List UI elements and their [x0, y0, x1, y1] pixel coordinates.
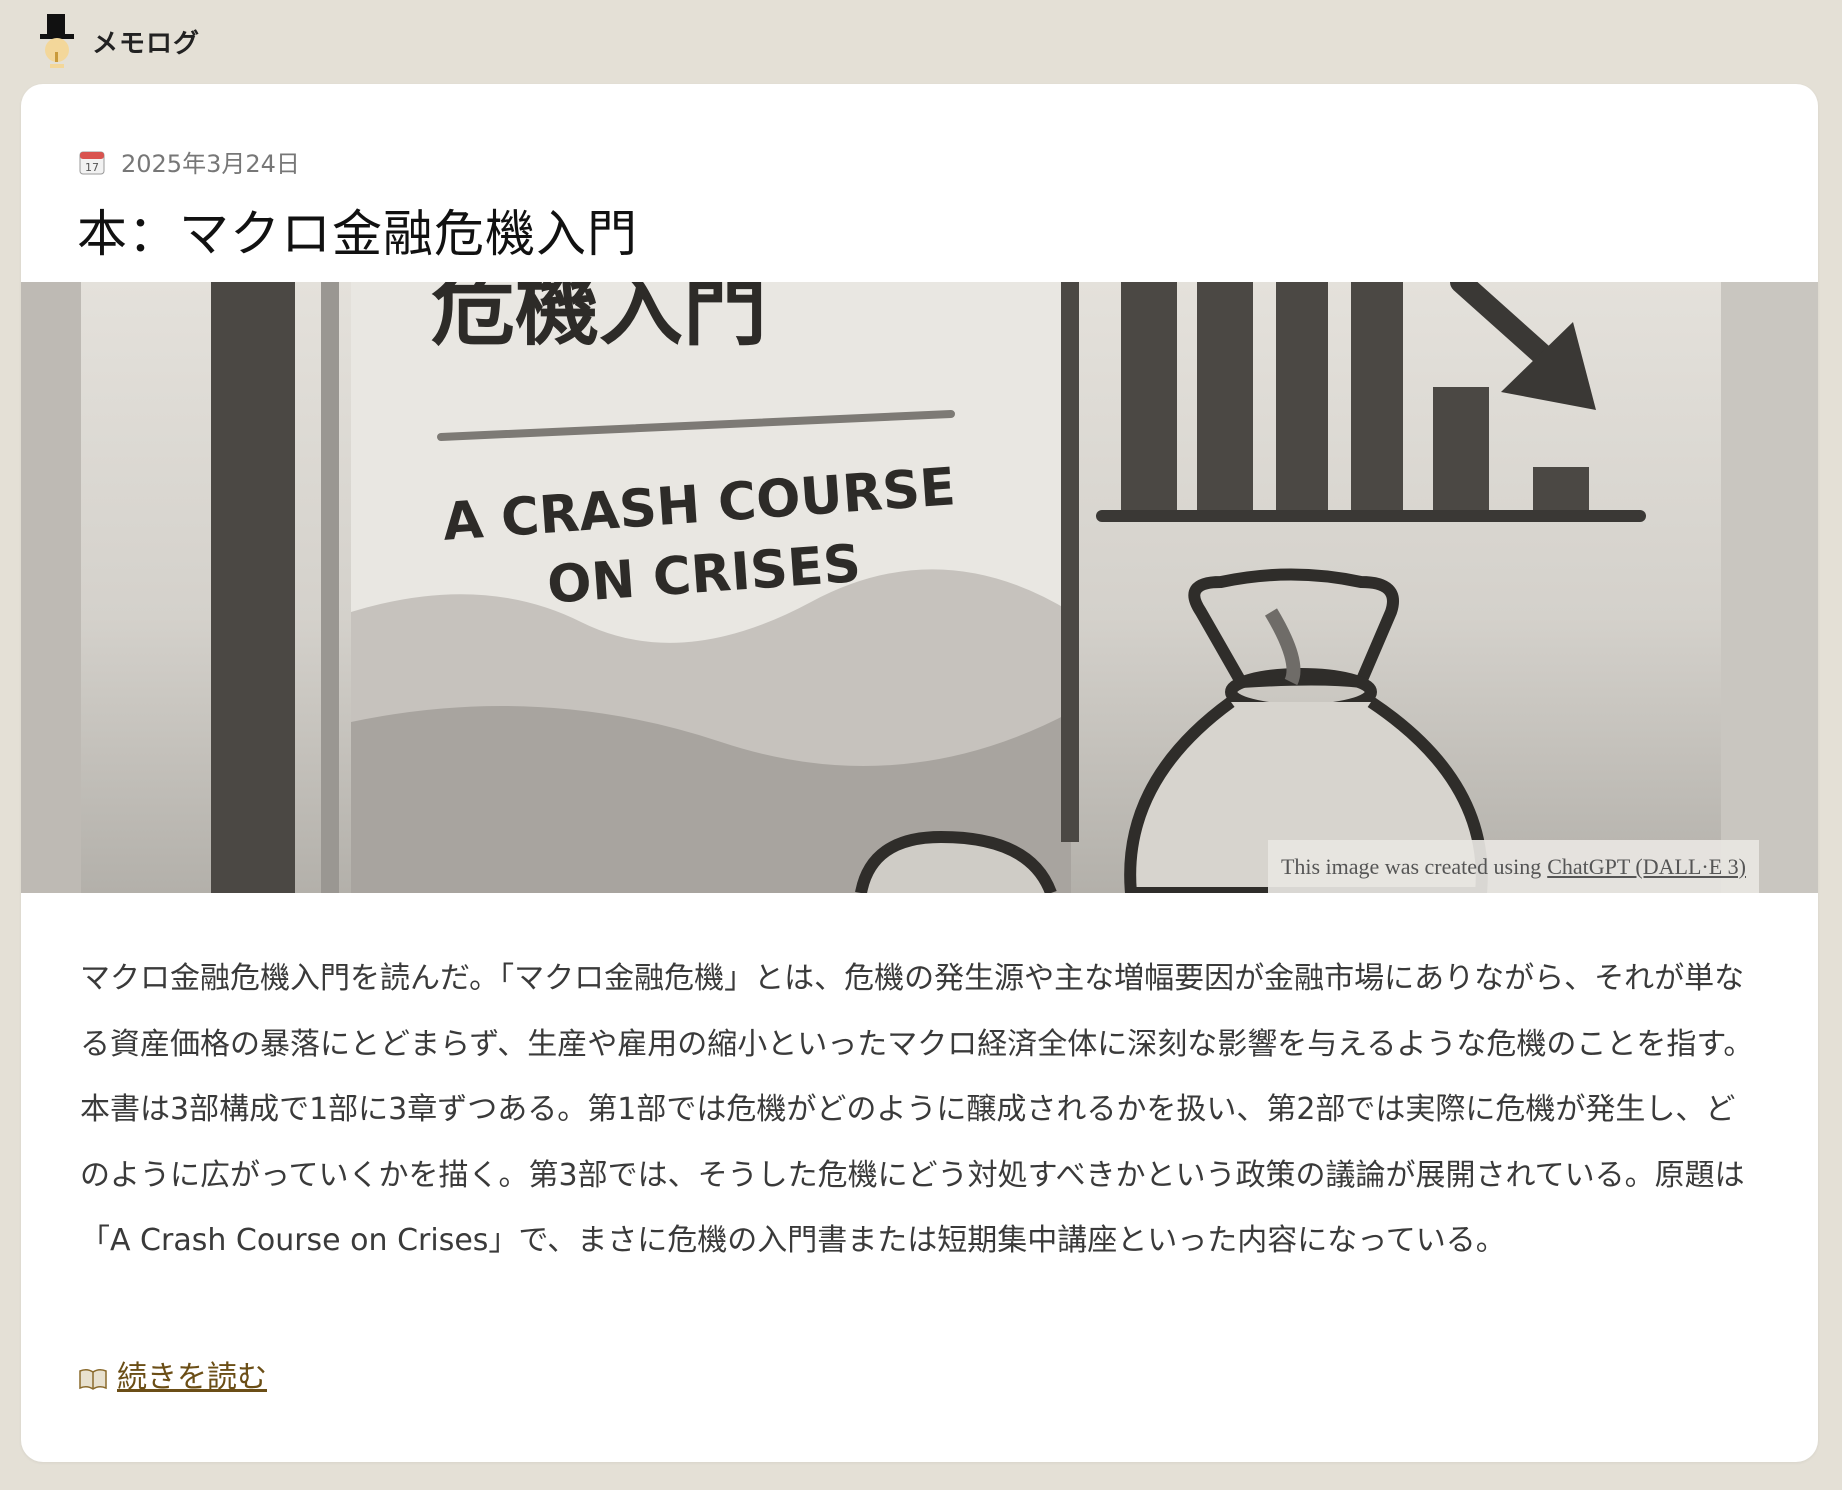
top-hat-character-icon[interactable] — [36, 12, 78, 70]
post-hero-image[interactable]: 危機入門 A CRASH COURSE ON CRISES This image… — [21, 282, 1818, 893]
image-credit-link[interactable]: ChatGPT (DALL·E 3) — [1547, 854, 1746, 880]
post-excerpt: マクロ金融危機入門を読んだ。「マクロ金融危機」とは、危機の発生源や主な増幅要因が… — [80, 961, 1754, 1258]
site-title[interactable]: メモログ — [92, 23, 200, 60]
post-card: 17 2025年3月24日 本：マクロ金融危機入門 危機入門 A CRASH C… — [21, 84, 1818, 1462]
post-date-row: 17 2025年3月24日 — [79, 144, 300, 179]
calendar-icon: 17 — [79, 149, 105, 175]
image-credit: This image was created using ChatGPT (DA… — [1267, 840, 1759, 893]
site-header: メモログ — [36, 10, 200, 72]
post-date: 2025年3月24日 — [121, 150, 300, 178]
open-book-icon — [79, 1363, 107, 1390]
image-credit-text: This image was created using — [1280, 853, 1542, 879]
read-more-label[interactable]: 続きを読む — [117, 1352, 267, 1396]
cover-title-text: 危機入門 — [431, 282, 767, 357]
post-title[interactable]: 本：マクロ金融危機入門 — [77, 194, 638, 266]
svg-text:17: 17 — [85, 161, 99, 174]
read-more-link[interactable]: 続きを読む — [79, 1352, 267, 1396]
